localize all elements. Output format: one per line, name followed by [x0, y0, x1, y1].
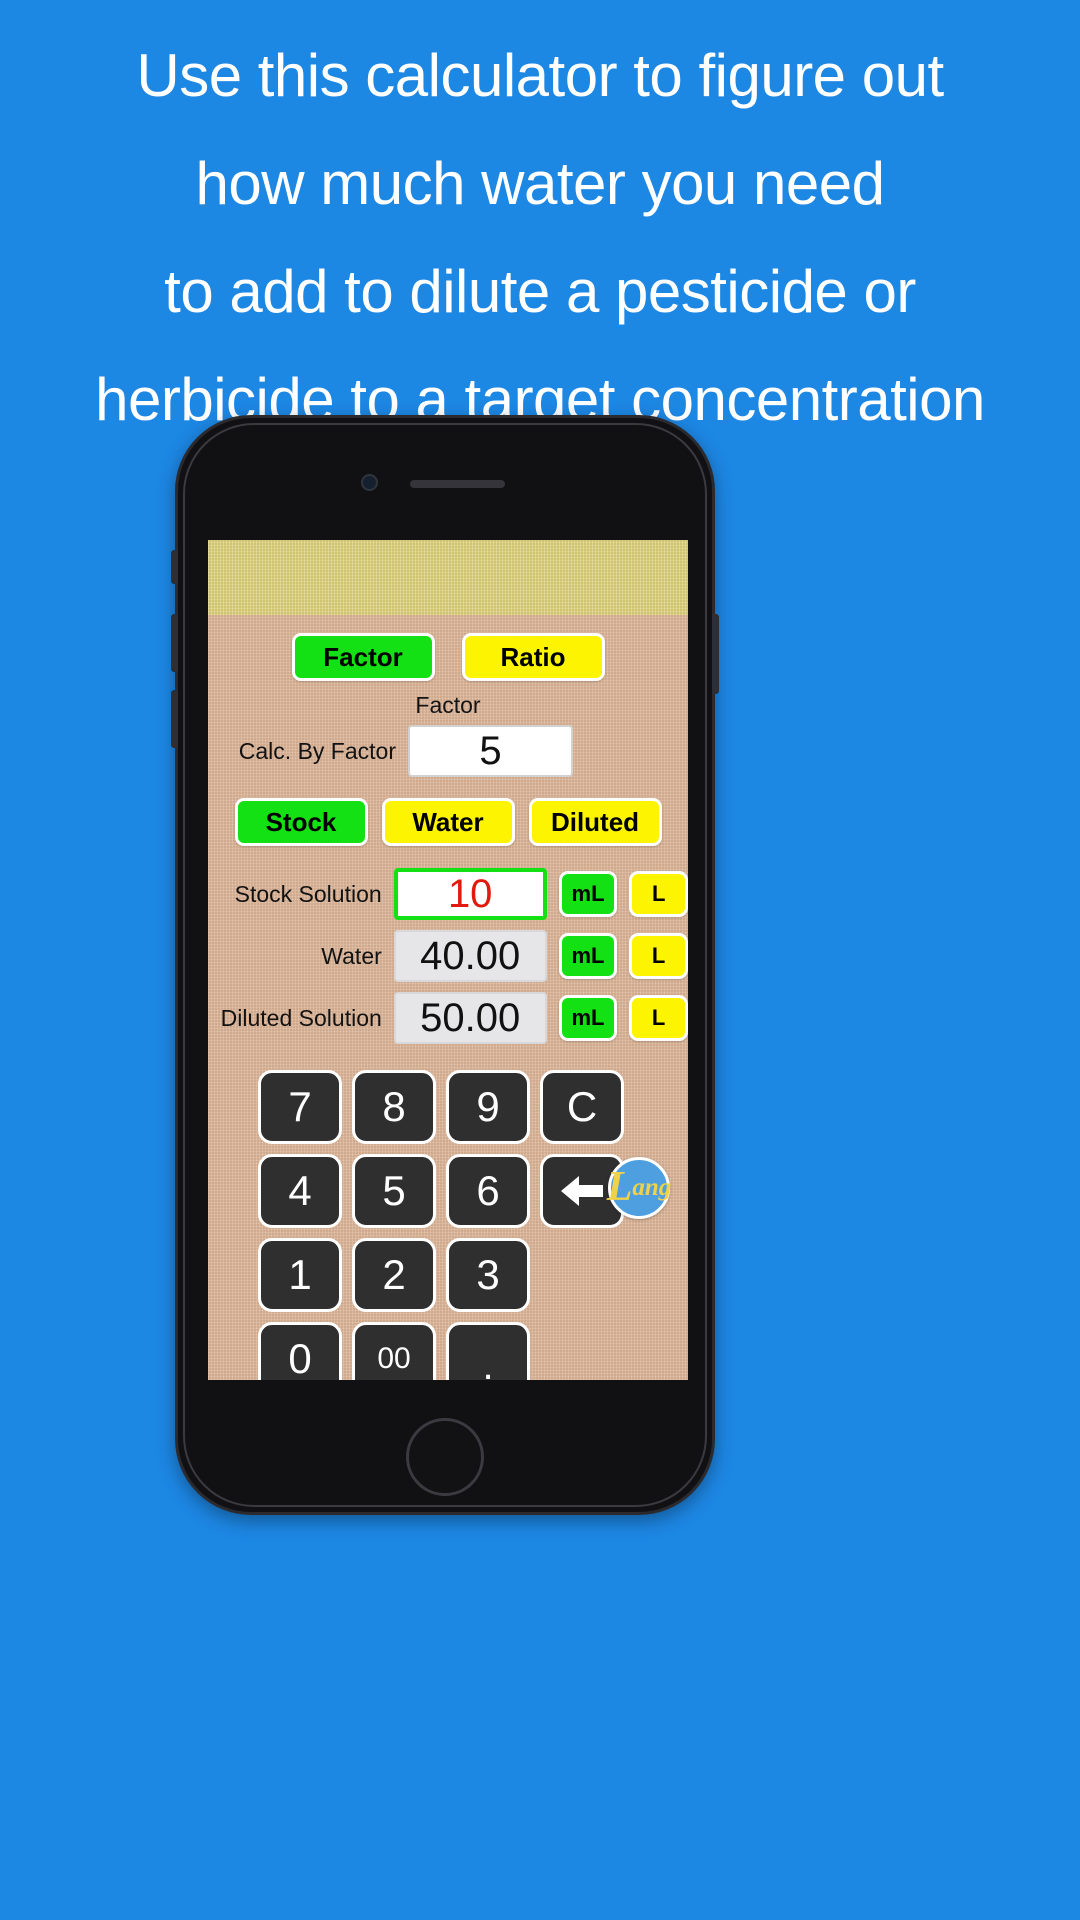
- stock-unit-l[interactable]: L: [629, 871, 688, 917]
- phone-mockup: Factor Ratio Factor Calc. By Factor 5 St…: [171, 415, 719, 1515]
- stock-solution-label: Stock Solution: [234, 880, 382, 907]
- water-label: Water: [321, 942, 382, 969]
- earpiece-speaker: [410, 480, 505, 488]
- key-4[interactable]: 4: [258, 1154, 342, 1228]
- mute-switch[interactable]: [171, 550, 178, 584]
- key-blank: [540, 1238, 624, 1312]
- calc-by-factor-label: Calc. By Factor: [238, 737, 396, 764]
- key-blank-2: [540, 1322, 624, 1380]
- backspace-arrow-icon: [561, 1176, 603, 1206]
- key-6[interactable]: 6: [446, 1154, 530, 1228]
- tab-ratio[interactable]: Ratio: [461, 633, 605, 681]
- volume-up-button[interactable]: [171, 614, 178, 672]
- key-1[interactable]: 1: [258, 1238, 342, 1312]
- key-2[interactable]: 2: [352, 1238, 436, 1312]
- diluted-unit-l[interactable]: L: [629, 995, 688, 1041]
- diluted-solution-value: 50.00: [393, 992, 547, 1044]
- calc-by-factor-input[interactable]: 5: [408, 725, 573, 777]
- stock-solution-input[interactable]: 10: [393, 868, 547, 920]
- home-button[interactable]: [406, 1418, 484, 1496]
- page-root: Use this calculator to figure out how mu…: [0, 0, 1080, 1920]
- lang-logo-initial: L: [606, 1164, 633, 1211]
- power-button[interactable]: [712, 614, 719, 694]
- lang-logo-button[interactable]: Lang: [606, 1157, 672, 1219]
- app-screen: Factor Ratio Factor Calc. By Factor 5 St…: [208, 540, 688, 1380]
- water-unit-l[interactable]: L: [629, 933, 688, 979]
- stock-unit-ml[interactable]: mL: [558, 871, 618, 917]
- numeric-keypad: 7 8 9 C 4 5 6 1 2 3 0 00 .: [258, 1070, 624, 1380]
- headline: Use this calculator to figure out how mu…: [0, 22, 1080, 454]
- front-camera-icon: [361, 474, 378, 491]
- solution-type-tab-row: Stock Water Diluted: [208, 798, 688, 846]
- key-8[interactable]: 8: [352, 1070, 436, 1144]
- diluted-unit-ml[interactable]: mL: [558, 995, 618, 1041]
- key-decimal[interactable]: .: [446, 1322, 530, 1380]
- tab-factor[interactable]: Factor: [291, 633, 435, 681]
- calc-by-factor-row: Calc. By Factor 5: [208, 725, 688, 777]
- tab-diluted[interactable]: Diluted: [528, 798, 662, 846]
- headline-line-1: Use this calculator to figure out: [136, 42, 944, 109]
- key-clear[interactable]: C: [540, 1070, 624, 1144]
- headline-line-2: how much water you need: [195, 150, 885, 217]
- water-unit-ml[interactable]: mL: [558, 933, 618, 979]
- tab-stock[interactable]: Stock: [234, 798, 368, 846]
- lang-logo-rest: ang: [632, 1174, 672, 1201]
- diluted-solution-label: Diluted Solution: [220, 1004, 382, 1031]
- tab-water[interactable]: Water: [381, 798, 515, 846]
- mode-tab-row: Factor Ratio: [208, 633, 688, 681]
- key-double-zero[interactable]: 00: [352, 1322, 436, 1380]
- diluted-solution-row: Diluted Solution 50.00 mL L: [208, 992, 688, 1044]
- stock-solution-row: Stock Solution 10 mL L: [208, 868, 688, 920]
- section-caption: Factor: [415, 692, 481, 718]
- key-7[interactable]: 7: [258, 1070, 342, 1144]
- water-value: 40.00: [393, 930, 547, 982]
- water-row: Water 40.00 mL L: [208, 930, 688, 982]
- screen-top-band: [208, 540, 688, 615]
- key-3[interactable]: 3: [446, 1238, 530, 1312]
- key-9[interactable]: 9: [446, 1070, 530, 1144]
- key-5[interactable]: 5: [352, 1154, 436, 1228]
- key-0[interactable]: 0: [258, 1322, 342, 1380]
- headline-line-3: to add to dilute a pesticide or: [164, 258, 916, 325]
- volume-down-button[interactable]: [171, 690, 178, 748]
